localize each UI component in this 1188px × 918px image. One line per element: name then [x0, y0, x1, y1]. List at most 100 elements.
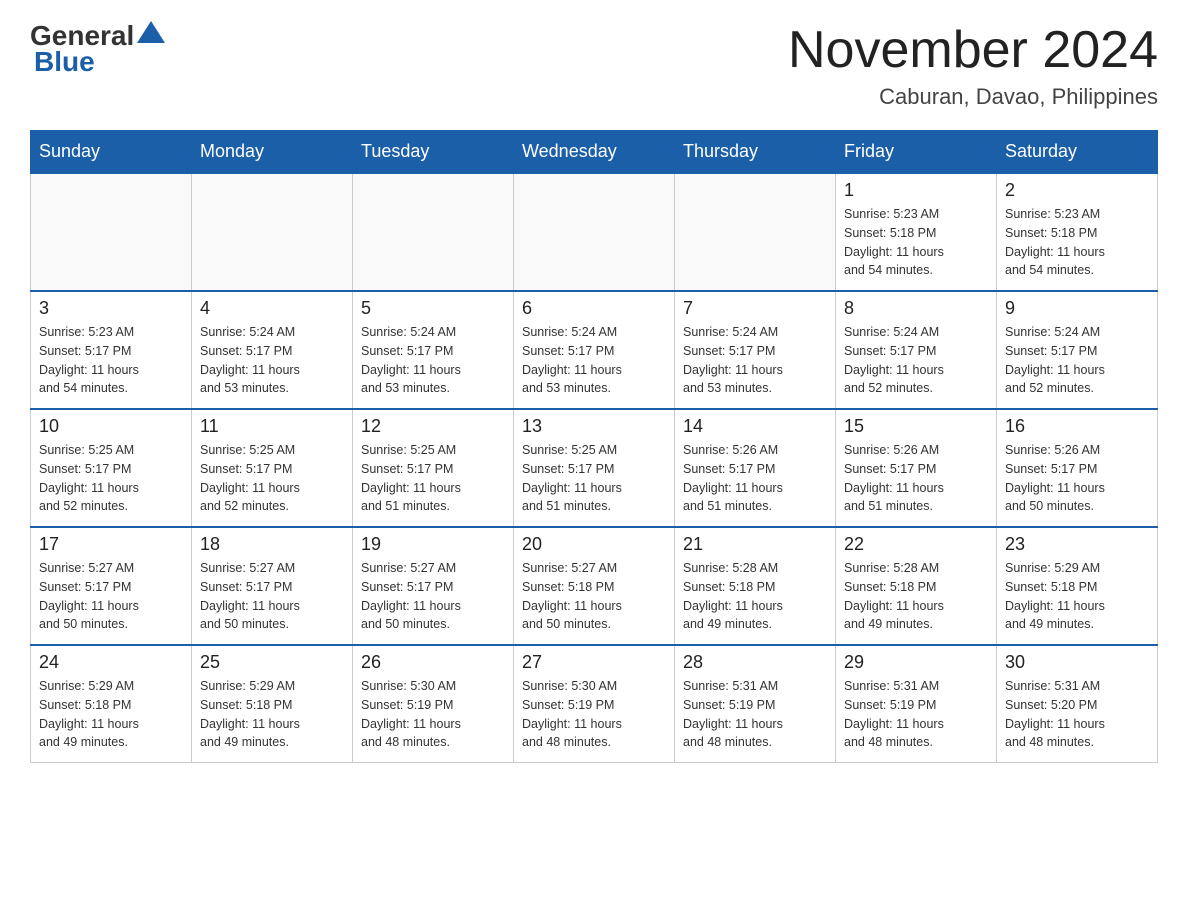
day-info: Sunrise: 5:29 AMSunset: 5:18 PMDaylight:… [1005, 559, 1149, 634]
day-info: Sunrise: 5:23 AMSunset: 5:18 PMDaylight:… [1005, 205, 1149, 280]
calendar-cell: 25 Sunrise: 5:29 AMSunset: 5:18 PMDayligh… [192, 645, 353, 763]
day-info: Sunrise: 5:27 AMSunset: 5:17 PMDaylight:… [39, 559, 183, 634]
calendar-cell [353, 173, 514, 291]
day-number: 3 [39, 298, 183, 319]
day-info: Sunrise: 5:26 AMSunset: 5:17 PMDaylight:… [1005, 441, 1149, 516]
day-number: 27 [522, 652, 666, 673]
day-number: 15 [844, 416, 988, 437]
day-info: Sunrise: 5:31 AMSunset: 5:20 PMDaylight:… [1005, 677, 1149, 752]
day-number: 29 [844, 652, 988, 673]
week-row-5: 24 Sunrise: 5:29 AMSunset: 5:18 PMDayligh… [31, 645, 1158, 763]
day-number: 21 [683, 534, 827, 555]
calendar-cell [31, 173, 192, 291]
weekday-header-saturday: Saturday [997, 131, 1158, 174]
calendar-cell: 7 Sunrise: 5:24 AMSunset: 5:17 PMDaylight… [675, 291, 836, 409]
day-info: Sunrise: 5:23 AMSunset: 5:17 PMDaylight:… [39, 323, 183, 398]
day-info: Sunrise: 5:23 AMSunset: 5:18 PMDaylight:… [844, 205, 988, 280]
calendar-cell: 30 Sunrise: 5:31 AMSunset: 5:20 PMDayligh… [997, 645, 1158, 763]
day-number: 1 [844, 180, 988, 201]
calendar-cell [514, 173, 675, 291]
calendar-cell: 5 Sunrise: 5:24 AMSunset: 5:17 PMDaylight… [353, 291, 514, 409]
calendar-subtitle: Caburan, Davao, Philippines [788, 84, 1158, 110]
calendar-cell: 29 Sunrise: 5:31 AMSunset: 5:19 PMDayligh… [836, 645, 997, 763]
logo: General Blue [30, 20, 165, 78]
calendar-cell: 2 Sunrise: 5:23 AMSunset: 5:18 PMDaylight… [997, 173, 1158, 291]
day-number: 24 [39, 652, 183, 673]
day-number: 25 [200, 652, 344, 673]
day-info: Sunrise: 5:25 AMSunset: 5:17 PMDaylight:… [200, 441, 344, 516]
day-info: Sunrise: 5:25 AMSunset: 5:17 PMDaylight:… [361, 441, 505, 516]
day-info: Sunrise: 5:31 AMSunset: 5:19 PMDaylight:… [683, 677, 827, 752]
day-number: 8 [844, 298, 988, 319]
week-row-3: 10 Sunrise: 5:25 AMSunset: 5:17 PMDayligh… [31, 409, 1158, 527]
day-info: Sunrise: 5:26 AMSunset: 5:17 PMDaylight:… [844, 441, 988, 516]
calendar-cell: 4 Sunrise: 5:24 AMSunset: 5:17 PMDaylight… [192, 291, 353, 409]
logo-text-blue: Blue [34, 46, 165, 78]
week-row-1: 1 Sunrise: 5:23 AMSunset: 5:18 PMDaylight… [31, 173, 1158, 291]
day-info: Sunrise: 5:24 AMSunset: 5:17 PMDaylight:… [1005, 323, 1149, 398]
day-number: 17 [39, 534, 183, 555]
weekday-header-friday: Friday [836, 131, 997, 174]
calendar-cell [675, 173, 836, 291]
calendar-cell: 1 Sunrise: 5:23 AMSunset: 5:18 PMDaylight… [836, 173, 997, 291]
day-info: Sunrise: 5:24 AMSunset: 5:17 PMDaylight:… [522, 323, 666, 398]
calendar-cell: 21Sunrise: 5:28 AMSunset: 5:18 PMDayligh… [675, 527, 836, 645]
day-number: 16 [1005, 416, 1149, 437]
calendar-cell: 14 Sunrise: 5:26 AMSunset: 5:17 PMDayligh… [675, 409, 836, 527]
calendar-cell: 15 Sunrise: 5:26 AMSunset: 5:17 PMDayligh… [836, 409, 997, 527]
day-info: Sunrise: 5:24 AMSunset: 5:17 PMDaylight:… [683, 323, 827, 398]
calendar-cell: 22 Sunrise: 5:28 AMSunset: 5:18 PMDayligh… [836, 527, 997, 645]
calendar-cell: 27Sunrise: 5:30 AMSunset: 5:19 PMDayligh… [514, 645, 675, 763]
day-info: Sunrise: 5:25 AMSunset: 5:17 PMDaylight:… [522, 441, 666, 516]
title-section: November 2024 Caburan, Davao, Philippine… [788, 20, 1158, 110]
page-header: General Blue November 2024 Caburan, Dava… [30, 20, 1158, 110]
calendar-cell: 8 Sunrise: 5:24 AMSunset: 5:17 PMDaylight… [836, 291, 997, 409]
day-info: Sunrise: 5:24 AMSunset: 5:17 PMDaylight:… [200, 323, 344, 398]
day-info: Sunrise: 5:27 AMSunset: 5:17 PMDaylight:… [200, 559, 344, 634]
calendar-cell: 26Sunrise: 5:30 AMSunset: 5:19 PMDayligh… [353, 645, 514, 763]
calendar-table: SundayMondayTuesdayWednesdayThursdayFrid… [30, 130, 1158, 763]
day-number: 20 [522, 534, 666, 555]
weekday-header-thursday: Thursday [675, 131, 836, 174]
day-number: 22 [844, 534, 988, 555]
calendar-cell: 13 Sunrise: 5:25 AMSunset: 5:17 PMDayligh… [514, 409, 675, 527]
day-info: Sunrise: 5:26 AMSunset: 5:17 PMDaylight:… [683, 441, 827, 516]
day-number: 2 [1005, 180, 1149, 201]
calendar-cell: 18 Sunrise: 5:27 AMSunset: 5:17 PMDayligh… [192, 527, 353, 645]
weekday-header-monday: Monday [192, 131, 353, 174]
weekday-header-sunday: Sunday [31, 131, 192, 174]
calendar-cell: 9 Sunrise: 5:24 AMSunset: 5:17 PMDaylight… [997, 291, 1158, 409]
weekday-header-tuesday: Tuesday [353, 131, 514, 174]
week-row-2: 3 Sunrise: 5:23 AMSunset: 5:17 PMDaylight… [31, 291, 1158, 409]
day-number: 5 [361, 298, 505, 319]
calendar-cell: 11 Sunrise: 5:25 AMSunset: 5:17 PMDayligh… [192, 409, 353, 527]
calendar-cell: 17 Sunrise: 5:27 AMSunset: 5:17 PMDayligh… [31, 527, 192, 645]
day-info: Sunrise: 5:31 AMSunset: 5:19 PMDaylight:… [844, 677, 988, 752]
day-info: Sunrise: 5:29 AMSunset: 5:18 PMDaylight:… [200, 677, 344, 752]
logo-triangle-icon [137, 21, 165, 43]
day-number: 10 [39, 416, 183, 437]
day-number: 9 [1005, 298, 1149, 319]
calendar-cell: 23 Sunrise: 5:29 AMSunset: 5:18 PMDayligh… [997, 527, 1158, 645]
day-number: 19 [361, 534, 505, 555]
calendar-cell: 19Sunrise: 5:27 AMSunset: 5:17 PMDayligh… [353, 527, 514, 645]
day-info: Sunrise: 5:29 AMSunset: 5:18 PMDaylight:… [39, 677, 183, 752]
calendar-cell: 16 Sunrise: 5:26 AMSunset: 5:17 PMDayligh… [997, 409, 1158, 527]
day-number: 13 [522, 416, 666, 437]
day-info: Sunrise: 5:24 AMSunset: 5:17 PMDaylight:… [361, 323, 505, 398]
day-number: 14 [683, 416, 827, 437]
week-row-4: 17 Sunrise: 5:27 AMSunset: 5:17 PMDayligh… [31, 527, 1158, 645]
day-number: 7 [683, 298, 827, 319]
day-info: Sunrise: 5:24 AMSunset: 5:17 PMDaylight:… [844, 323, 988, 398]
weekday-header-wednesday: Wednesday [514, 131, 675, 174]
day-info: Sunrise: 5:28 AMSunset: 5:18 PMDaylight:… [844, 559, 988, 634]
calendar-cell: 12Sunrise: 5:25 AMSunset: 5:17 PMDayligh… [353, 409, 514, 527]
calendar-title: November 2024 [788, 20, 1158, 80]
day-number: 18 [200, 534, 344, 555]
day-number: 11 [200, 416, 344, 437]
day-number: 4 [200, 298, 344, 319]
day-number: 23 [1005, 534, 1149, 555]
day-info: Sunrise: 5:30 AMSunset: 5:19 PMDaylight:… [361, 677, 505, 752]
day-info: Sunrise: 5:27 AMSunset: 5:18 PMDaylight:… [522, 559, 666, 634]
day-number: 30 [1005, 652, 1149, 673]
